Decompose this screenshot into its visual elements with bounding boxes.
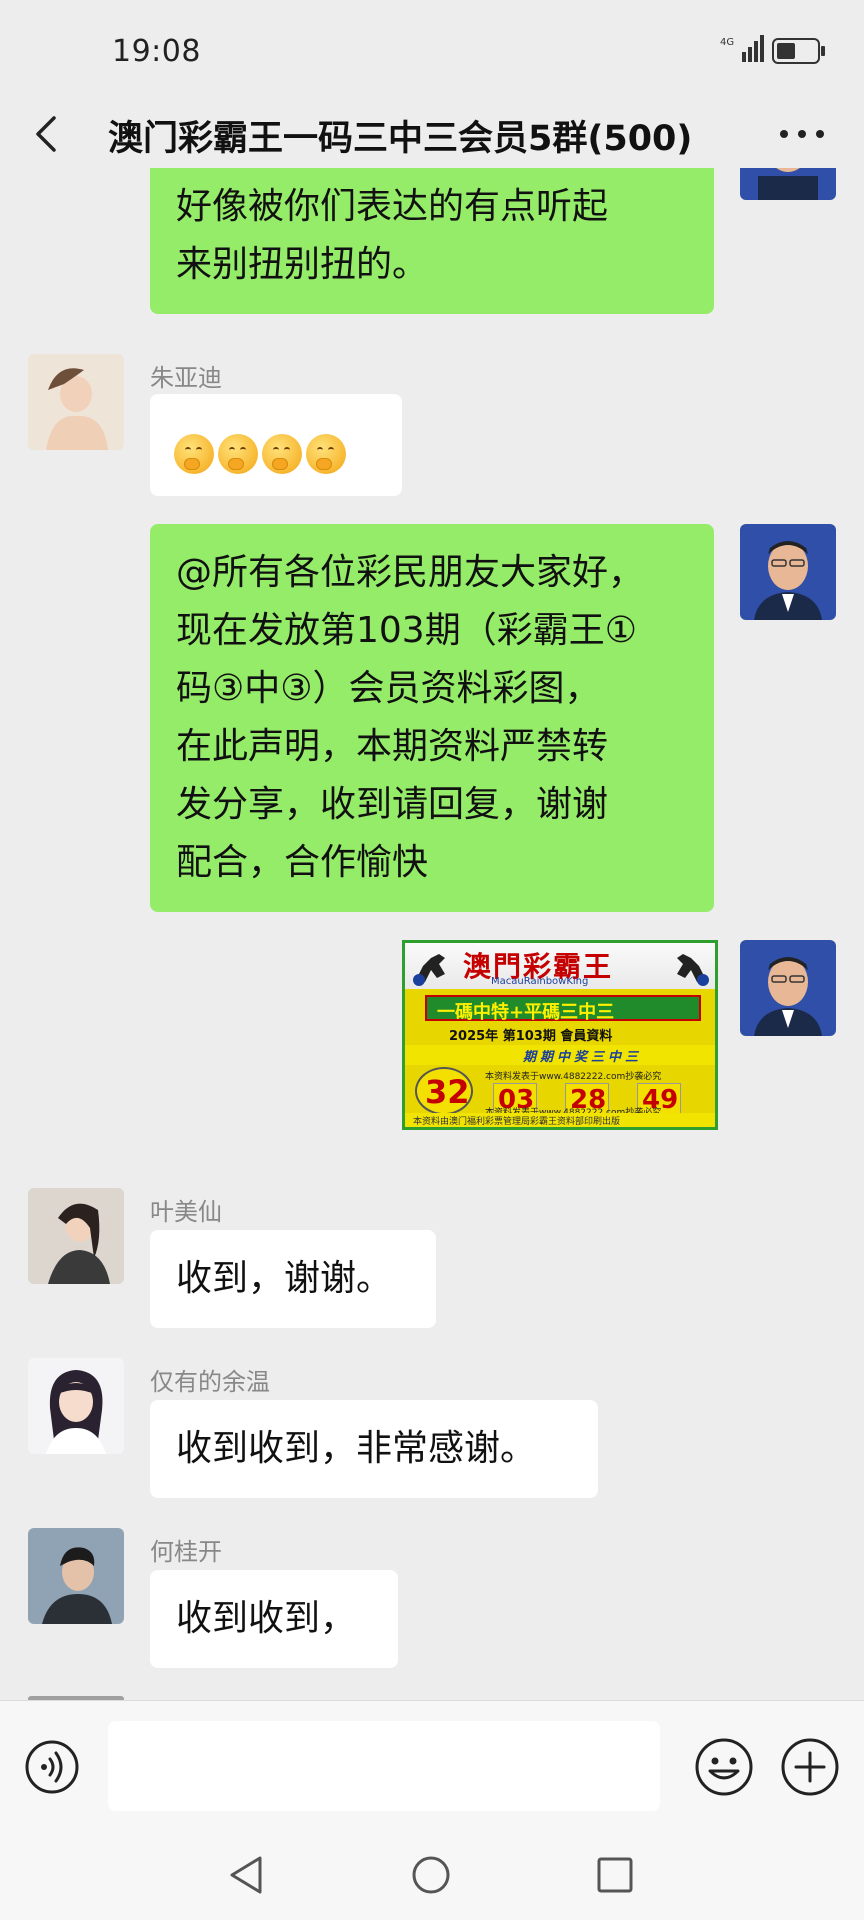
avatar-sender[interactable] xyxy=(28,354,124,450)
nav-recent-icon[interactable] xyxy=(596,1856,634,1898)
message-text: 收到收到， xyxy=(176,1598,357,1639)
message-line: @所有各位彩民朋友大家好， xyxy=(176,552,645,593)
sender-name: 仅有的余温 xyxy=(150,1368,270,1396)
lottery-special-number: 32 xyxy=(415,1067,473,1115)
thinking-emoji-icon xyxy=(262,434,302,474)
lottery-slogan: 期期中奖三中三 xyxy=(523,1050,643,1065)
lottery-header: 澳門彩霸王 MacauRainbowKing xyxy=(405,943,715,989)
lottery-url-line: 本资料发表于www.4882222.com抄袭必究 xyxy=(485,1072,662,1082)
message-bubble[interactable]: 收到收到，非常感谢。 xyxy=(150,1400,598,1498)
message-text: 收到收到，非常感谢。 xyxy=(176,1428,537,1469)
avatar-self[interactable] xyxy=(740,524,836,620)
status-bar: 19:08 4G xyxy=(0,0,864,100)
thinking-emoji-icon xyxy=(306,434,346,474)
chat-title: 澳门彩霸王一码三中三会员5群(500) xyxy=(108,119,693,159)
avatar-sender[interactable] xyxy=(28,1358,124,1454)
nav-home-icon[interactable] xyxy=(410,1854,452,1900)
chat-messages: 好像被你们表达的有点听起 来别扭别扭的。 朱亚迪 @所有各位彩民朋友大家好， 现… xyxy=(0,168,864,1700)
avatar-sender[interactable] xyxy=(28,1528,124,1624)
message-line: 配合，合作愉快 xyxy=(176,842,429,883)
lottery-slogan-bar: 期期中奖三中三 xyxy=(405,1045,715,1065)
special-number: 32 xyxy=(425,1073,470,1111)
lottery-image[interactable]: 澳門彩霸王 MacauRainbowKing 一碼中特+平碼三中三 2025年 … xyxy=(402,940,718,1130)
back-arrow-icon[interactable] xyxy=(28,112,68,156)
lottery-footer-text: 本资料由澳门福利彩票管理局彩霸王资料部印刷出版 xyxy=(413,1117,621,1127)
lottery-band-text: 一碼中特+平碼三中三 xyxy=(437,1002,615,1023)
signal-icon: 4G xyxy=(720,34,764,68)
lottery-footer: 本资料由澳门福利彩票管理局彩霸王资料部印刷出版 xyxy=(405,1113,715,1127)
sender-name: 朱亚迪 xyxy=(150,364,222,392)
message-line: 码③中③）会员资料彩图， xyxy=(176,668,601,709)
voice-icon[interactable] xyxy=(24,1739,80,1795)
message-bubble[interactable]: 收到，谢谢。 xyxy=(150,1230,436,1328)
message-line: 好像被你们表达的有点听起 xyxy=(176,186,609,227)
horse-icon xyxy=(413,954,445,986)
network-type: 4G xyxy=(720,37,734,48)
message-input[interactable] xyxy=(108,1721,660,1811)
avatar-self[interactable] xyxy=(740,168,836,200)
sender-name: 何桂开 xyxy=(150,1538,222,1566)
chat-header: 澳门彩霸王一码三中三会员5群(500) xyxy=(0,100,864,168)
emoji-icon[interactable] xyxy=(694,1737,754,1797)
avatar-sender[interactable] xyxy=(28,1188,124,1284)
horse-icon xyxy=(677,954,709,986)
avatar-self[interactable] xyxy=(740,940,836,1036)
message-bubble[interactable]: 好像被你们表达的有点听起 来别扭别扭的。 xyxy=(150,168,714,314)
input-bar xyxy=(0,1700,864,1830)
thinking-emoji-icon xyxy=(218,434,258,474)
message-bubble[interactable]: @所有各位彩民朋友大家好， 现在发放第103期（彩霸王① 码③中③）会员资料彩图… xyxy=(150,524,714,912)
battery-icon xyxy=(772,38,826,68)
thinking-emoji-icon xyxy=(174,434,214,474)
message-text: 收到，谢谢。 xyxy=(176,1258,393,1299)
message-line: 在此声明，本期资料严禁转 xyxy=(176,726,609,767)
nav-back-icon[interactable] xyxy=(226,1854,266,1900)
more-dots-icon[interactable] xyxy=(772,116,832,152)
system-nav-bar xyxy=(0,1830,864,1920)
lottery-subtitle: MacauRainbowKing xyxy=(491,976,589,987)
lottery-band: 一碼中特+平碼三中三 xyxy=(425,995,701,1023)
message-bubble[interactable]: 收到收到， xyxy=(150,1570,398,1668)
sender-name: 叶美仙 xyxy=(150,1198,222,1226)
plus-icon[interactable] xyxy=(780,1737,840,1797)
message-line: 现在发放第103期（彩霸王① xyxy=(176,610,637,651)
lottery-issue: 2025年 第103期 會員資料 xyxy=(449,1029,613,1044)
status-time: 19:08 xyxy=(112,34,201,69)
message-bubble[interactable] xyxy=(150,394,402,496)
message-line: 来别扭别扭的。 xyxy=(176,244,429,285)
message-line: 发分享，收到请回复，谢谢 xyxy=(176,784,609,825)
